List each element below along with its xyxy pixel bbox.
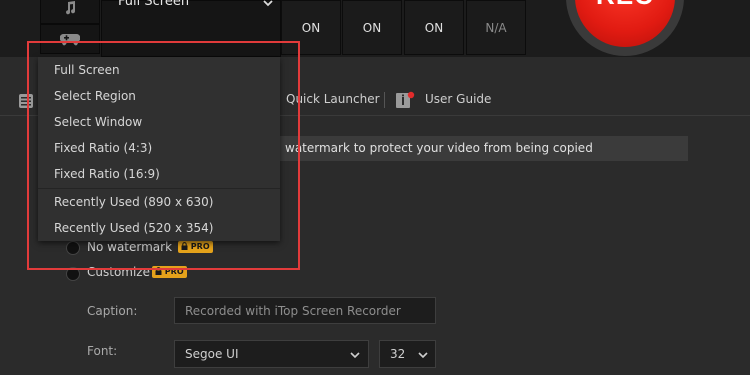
mouse-status[interactable]: ON xyxy=(404,0,464,55)
music-note-icon xyxy=(66,1,76,15)
nav-user-guide[interactable]: User Guide xyxy=(425,92,491,106)
capture-mode-label: Full Screen xyxy=(118,0,190,9)
chevron-down-icon xyxy=(350,352,360,359)
webcam-status[interactable]: N/A xyxy=(466,0,526,55)
rec-label: REC xyxy=(596,0,654,11)
nav-divider xyxy=(384,92,385,108)
user-guide-icon[interactable] xyxy=(395,91,415,109)
microphone-status[interactable]: ON xyxy=(342,0,402,55)
nav-quick-launcher[interactable]: Quick Launcher xyxy=(286,92,380,106)
chevron-down-icon xyxy=(418,352,428,359)
chevron-down-icon[interactable] xyxy=(262,0,274,10)
font-size-select[interactable]: 32 xyxy=(379,340,436,368)
caption-input[interactable]: Recorded with iTop Screen Recorder xyxy=(174,297,436,324)
font-select[interactable]: Segoe UI xyxy=(174,340,369,368)
audio-mode-button[interactable] xyxy=(40,0,100,24)
caption-label: Caption: xyxy=(87,304,138,318)
font-label: Font: xyxy=(87,344,118,358)
highlight-box xyxy=(27,41,300,270)
